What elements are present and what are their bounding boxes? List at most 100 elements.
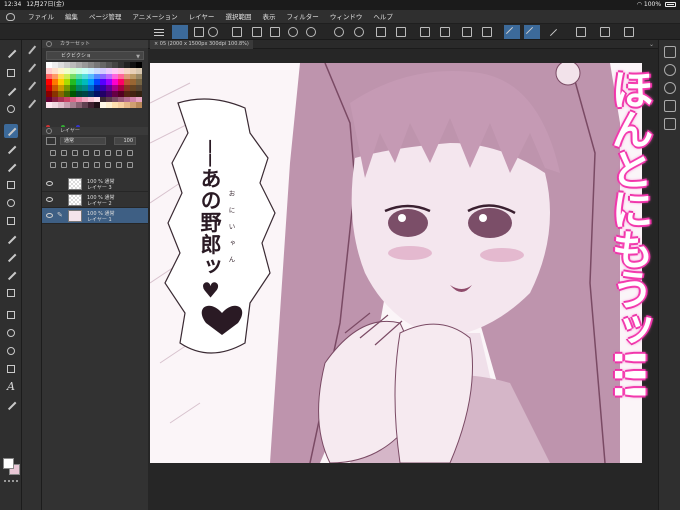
draft-icon[interactable] [83,150,89,156]
menu-view[interactable]: 表示 [262,10,275,24]
pen-icon [7,127,15,135]
app-icon[interactable] [6,13,15,21]
layer-panel-close-icon[interactable] [46,128,52,134]
decoration-tool[interactable] [4,344,18,358]
save-icon[interactable] [270,27,280,37]
eyedropper-tool[interactable] [4,268,18,282]
fill-icon[interactable] [396,27,406,37]
new-file-icon[interactable] [232,27,242,37]
grid-icon[interactable] [576,27,586,37]
subtool-brush-2[interactable] [26,62,38,74]
chevron-down-icon[interactable]: ⌄ [649,40,654,49]
opacity-field[interactable]: 100 [114,137,136,145]
color-icon[interactable] [116,150,122,156]
history-icon[interactable] [664,100,676,112]
menu-icon[interactable] [154,29,164,36]
gradient-tool[interactable] [4,214,18,228]
pen-mode-icon[interactable] [172,25,188,39]
figure-tool[interactable] [4,250,18,264]
main-color-chip[interactable] [3,458,14,469]
menu-help[interactable]: ヘルプ [373,10,393,24]
color-wheel-icon[interactable] [664,82,676,94]
new-vector-icon[interactable] [61,162,67,168]
eye-icon[interactable] [46,197,53,202]
transparent-color-icon[interactable] [4,480,18,482]
snap-icon[interactable] [524,25,540,39]
color-set-dropdown[interactable]: ビクビクショ ▼ [46,51,144,60]
color-set-panel-header[interactable]: カラーセット [42,40,148,48]
select-tool[interactable] [4,66,18,80]
ruler-link-icon[interactable] [105,150,111,156]
lock-icon[interactable] [50,150,56,156]
open-icon[interactable] [252,27,262,37]
settings-icon[interactable] [354,27,364,37]
zoom-tool-2[interactable] [4,102,18,116]
menu-filter[interactable]: フィルター [286,10,318,24]
subtool-brush-3[interactable] [26,80,38,92]
menu-edit[interactable]: 編集 [65,10,78,24]
blend-mode-select[interactable]: 通常 [60,137,106,145]
merge-icon[interactable] [94,162,100,168]
layer-color-icon[interactable] [46,137,56,145]
clip-icon[interactable] [61,150,67,156]
panel-toggle-icon[interactable] [664,46,676,58]
menu-layer[interactable]: レイヤー [189,10,215,24]
menu-animation[interactable]: アニメーション [132,10,177,24]
invert-icon[interactable] [462,27,472,37]
undo-icon[interactable] [288,27,298,37]
subtool-brush-4[interactable] [26,98,38,110]
subtool-brush-1[interactable] [26,44,38,56]
panel-close-icon[interactable] [46,41,52,47]
menu-page[interactable]: ページ管理 [89,10,121,24]
material-icon[interactable] [664,118,676,130]
mask-icon[interactable] [94,150,100,156]
menu-window[interactable]: ウィンドウ [330,10,363,24]
transform-icon[interactable] [376,27,386,37]
brush-tool[interactable] [4,160,18,174]
select-all-icon[interactable] [420,27,430,37]
fill-tool[interactable] [4,196,18,210]
fullscreen-icon[interactable] [624,27,634,37]
reference-icon[interactable] [72,150,78,156]
text-tool[interactable]: A [4,380,18,394]
zoom-tool[interactable] [4,46,18,60]
new-layer-icon[interactable] [50,162,56,168]
ruler-tool[interactable] [4,362,18,376]
document-tab[interactable]: × 05 (2000 x 1500px 300dpi 100.8%) [150,40,253,49]
mask-add-icon[interactable] [105,162,111,168]
trash-icon[interactable] [127,162,133,168]
eraser-tool[interactable] [4,286,18,300]
copy-layer-icon[interactable] [83,162,89,168]
copy-icon[interactable] [194,27,204,37]
eye-icon[interactable] [46,213,53,218]
color-swatch[interactable] [136,102,142,108]
menu-selection[interactable]: 選択範囲 [225,10,251,24]
layer-row[interactable]: 100 % 通常 レイヤー 3 [42,176,148,192]
gear-icon[interactable] [208,27,218,37]
fill-bucket-tool[interactable] [4,326,18,340]
airbrush-tool[interactable] [4,178,18,192]
new-folder-icon[interactable] [72,162,78,168]
pencil-tool[interactable] [4,142,18,156]
layer-row-selected[interactable]: ✎ 100 % 通常 レイヤー 1 [42,208,148,224]
move-tool[interactable] [4,84,18,98]
crop-icon[interactable] [482,27,492,37]
view-icon[interactable] [600,27,610,37]
navigator-icon[interactable] [664,64,676,76]
menu-file[interactable]: ファイル [28,10,54,24]
layer-panel-header[interactable]: レイヤー [42,127,148,135]
palette-color-icon[interactable] [127,150,133,156]
redo-icon[interactable] [306,27,316,37]
ruler-icon[interactable] [504,25,520,39]
frame-tool[interactable] [4,308,18,322]
correct-line-tool[interactable] [4,398,18,412]
clear-icon[interactable] [334,27,344,37]
blend-tool[interactable] [4,232,18,246]
wifi-icon: ◠ [636,1,642,8]
pen-tool[interactable] [4,124,18,138]
eye-icon[interactable] [46,181,53,186]
line-icon[interactable] [548,27,558,37]
layer-row[interactable]: 100 % 通常 レイヤー 2 [42,192,148,208]
apply-mask-icon[interactable] [116,162,122,168]
deselect-icon[interactable] [440,27,450,37]
